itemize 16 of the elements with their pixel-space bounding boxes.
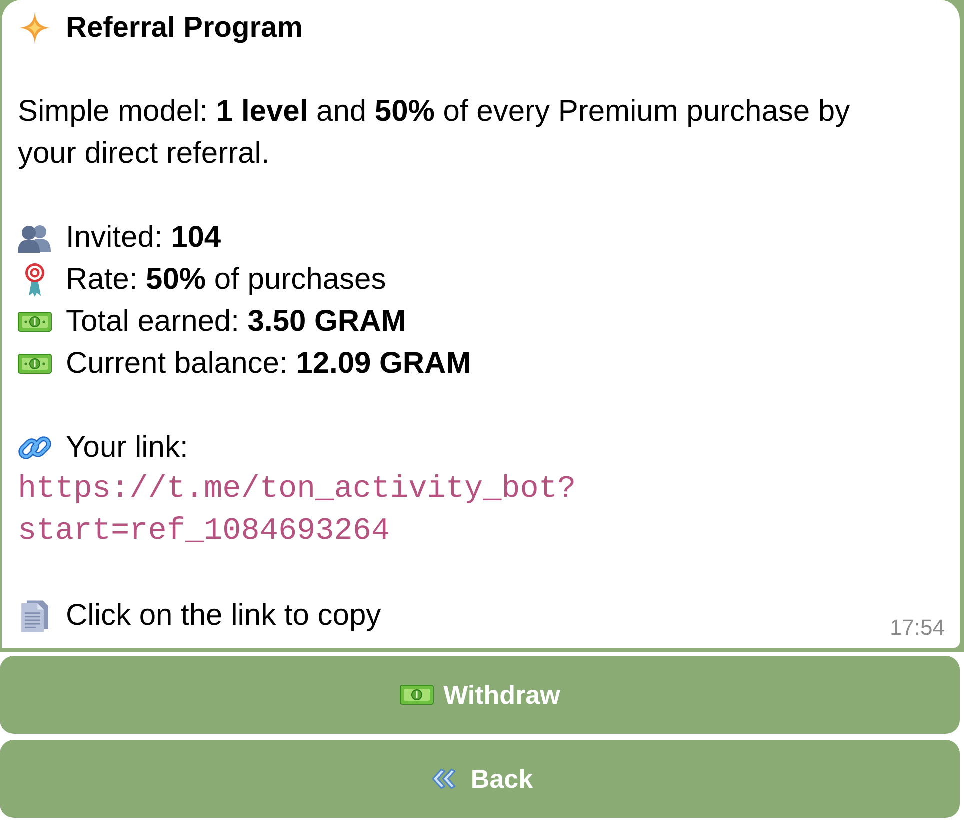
- intro-text: Simple model: 1 level and 50% of every Premium purchase by your direct referral.: [18, 94, 852, 172]
- banknote-icon: [18, 312, 52, 332]
- stat-text: Current balance: 12.09 GRAM: [66, 346, 472, 382]
- link-label: Your link:: [66, 430, 188, 466]
- sparkle-icon: [18, 11, 52, 45]
- banknote-icon: [400, 684, 434, 706]
- message-title: Referral Program: [66, 11, 303, 46]
- keyboard-button[interactable]: Withdraw: [0, 656, 960, 734]
- stat-text: Invited: 104: [66, 220, 222, 256]
- message-time: 17:54: [890, 615, 945, 641]
- keyboard-button[interactable]: Back: [0, 740, 960, 818]
- stat-text: Total earned: 3.50 GRAM: [66, 304, 406, 340]
- referral-link[interactable]: https://t.me/ton_activity_bot?start=ref_1084693264: [18, 469, 913, 553]
- hint-text: Click on the link to copy: [66, 598, 382, 634]
- stat-text: Rate: 50% of purchases: [66, 262, 386, 298]
- banknote-icon: [18, 354, 52, 374]
